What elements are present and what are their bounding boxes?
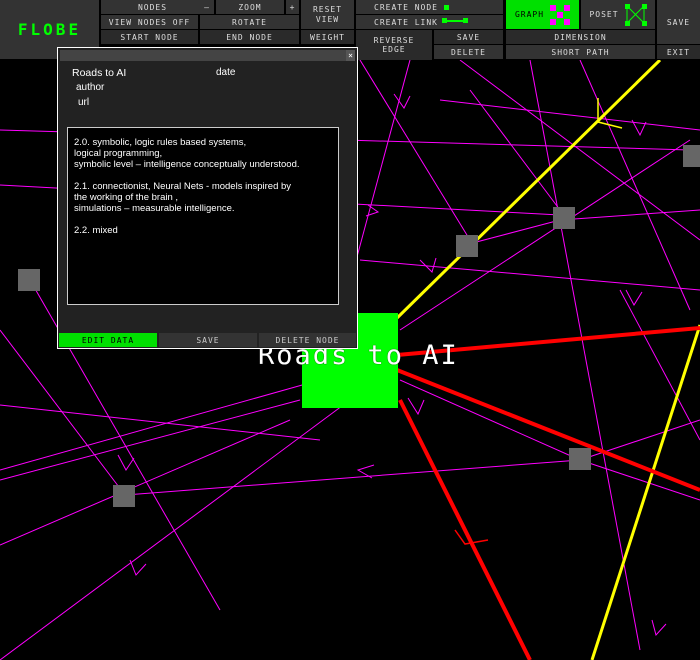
zoom-in-button[interactable]: + (286, 0, 299, 14)
save-button[interactable]: SAVE (657, 0, 700, 44)
node-title-field[interactable]: Roads to AI (72, 67, 126, 79)
graph-node[interactable] (683, 145, 700, 167)
link-icon (441, 18, 468, 23)
reset-view-button[interactable]: RESET VIEW (301, 0, 354, 29)
nodes-button[interactable]: NODES (101, 0, 204, 14)
short-path-button[interactable]: SHORT PATH (506, 45, 655, 59)
poset-icon (624, 3, 647, 26)
panel-titlebar[interactable] (60, 50, 346, 61)
create-node-button[interactable]: CREATE NODE (356, 0, 503, 14)
graph-node[interactable] (113, 485, 135, 507)
node-date-field[interactable]: date (216, 67, 235, 78)
rotate-button[interactable]: ROTATE (200, 15, 299, 29)
zoom-label: ZOOM (216, 0, 284, 14)
create-node-label: CREATE NODE (374, 2, 438, 12)
reset-view-label-2: VIEW (315, 14, 340, 24)
reverse-edge-label-1: REVERSE (373, 36, 415, 45)
create-link-button[interactable]: CREATE LINK (356, 15, 503, 29)
save-small-button[interactable]: SAVE (434, 30, 503, 44)
node-url-field[interactable]: url (78, 97, 89, 108)
graph-button[interactable]: GRAPH (506, 0, 579, 29)
poset-label: POSET (589, 10, 619, 19)
node-icon (443, 4, 449, 10)
start-node-button[interactable]: START NODE (101, 30, 198, 44)
edit-data-button[interactable]: EDIT DATA (59, 333, 157, 347)
reverse-edge-label-2: EDGE (382, 45, 406, 54)
graph-node[interactable] (553, 207, 575, 229)
node-author-field[interactable]: author (76, 82, 104, 93)
reset-view-label-1: RESET (312, 4, 343, 14)
graph-node[interactable] (456, 235, 478, 257)
graph-icon (550, 4, 571, 25)
node-data-panel: × Roads to AI date author url 2.0. symbo… (57, 47, 358, 349)
panel-save-button[interactable]: SAVE (159, 333, 257, 347)
exit-button[interactable]: EXIT (657, 45, 700, 59)
weight-button[interactable]: WEIGHT (301, 30, 354, 44)
graph-node[interactable] (18, 269, 40, 291)
delete-node-button[interactable]: DELETE NODE (259, 333, 356, 347)
graph-label: GRAPH (514, 10, 545, 19)
view-nodes-off-button[interactable]: VIEW NODES OFF (101, 15, 198, 29)
end-node-button[interactable]: END NODE (200, 30, 299, 44)
dimension-button[interactable]: DIMENSION (506, 30, 655, 44)
delete-button[interactable]: DELETE (434, 45, 503, 59)
create-link-label: CREATE LINK (374, 17, 438, 27)
zoom-out-button[interactable]: – (200, 0, 214, 14)
node-content-textarea[interactable]: 2.0. symbolic, logic rules based systems… (67, 127, 339, 305)
close-icon[interactable]: × (346, 50, 355, 61)
poset-button[interactable]: POSET (581, 0, 655, 29)
reverse-edge-button[interactable]: REVERSE EDGE (356, 30, 432, 60)
graph-node[interactable] (569, 448, 591, 470)
